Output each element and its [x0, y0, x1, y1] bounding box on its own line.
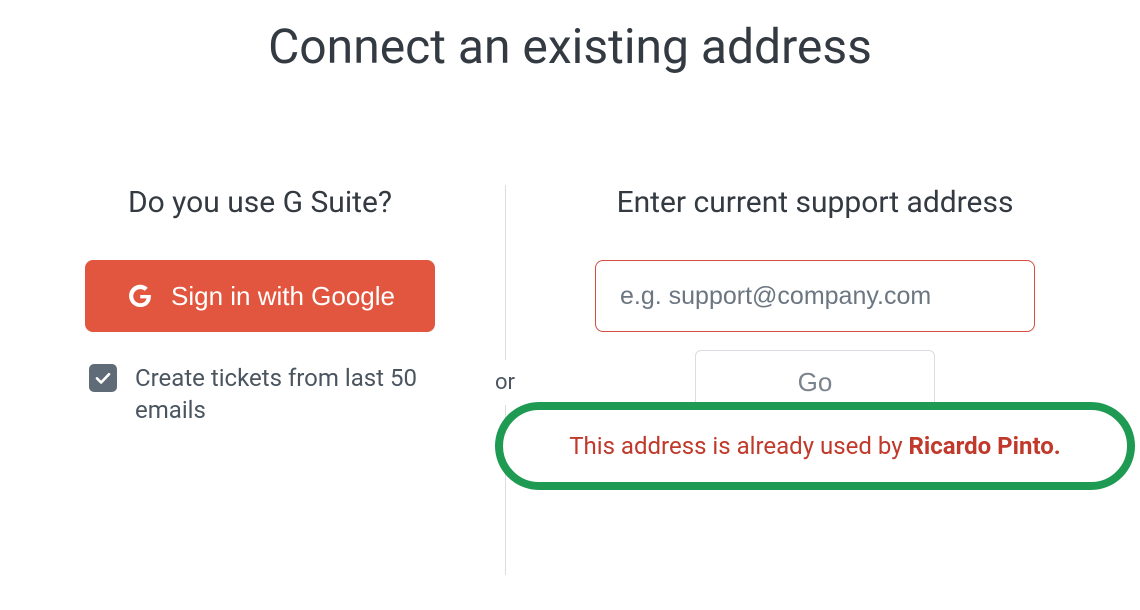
google-icon [125, 281, 155, 311]
error-highlight-ring: This address is already used by Ricardo … [495, 402, 1135, 490]
error-user-name: Ricardo Pinto. [909, 432, 1061, 460]
error-message: This address is already used by Ricardo … [569, 432, 1061, 460]
error-prefix: This address is already used by [569, 432, 908, 460]
error-callout: This address is already used by Ricardo … [495, 402, 1135, 490]
support-address-heading: Enter current support address [617, 185, 1014, 220]
support-email-input[interactable] [595, 260, 1035, 332]
check-icon [94, 369, 112, 387]
google-button-label: Sign in with Google [171, 281, 395, 312]
separator-or-label: or [495, 360, 515, 405]
create-tickets-checkbox-row: Create tickets from last 50 emails [85, 362, 435, 427]
gsuite-column: Do you use G Suite? Sign in with Google … [45, 185, 475, 427]
create-tickets-label: Create tickets from last 50 emails [135, 362, 435, 427]
page-title: Connect an existing address [0, 0, 1140, 75]
sign-in-with-google-button[interactable]: Sign in with Google [85, 260, 435, 332]
separator-line-top [505, 185, 506, 360]
support-address-column: Enter current support address Go This ad… [535, 185, 1095, 490]
column-separator: or [475, 185, 535, 575]
create-tickets-checkbox[interactable] [89, 364, 117, 392]
gsuite-heading: Do you use G Suite? [128, 185, 392, 220]
two-column-layout: Do you use G Suite? Sign in with Google … [0, 185, 1140, 575]
